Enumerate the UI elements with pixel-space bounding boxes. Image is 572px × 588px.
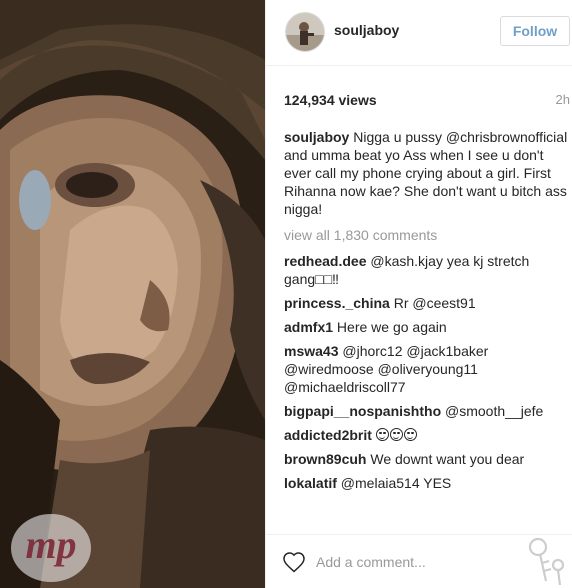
instagram-post: mp souljaboy Follow 124,934 views 2h sou… [0, 0, 572, 588]
post-meta: 124,934 views 2h [284, 92, 570, 112]
comment-item: lokalatif @melaia514 YES [284, 474, 568, 492]
comment-item: princess._china Rr @ceest91 [284, 294, 568, 312]
comment-username[interactable]: lokalatif [284, 475, 337, 491]
smiley-emoji-icon [403, 428, 417, 441]
comment-username[interactable]: princess._china [284, 295, 390, 311]
avatar[interactable] [285, 12, 325, 52]
author-username[interactable]: souljaboy [334, 22, 399, 38]
timestamp[interactable]: 2h [556, 92, 570, 107]
view-count[interactable]: 124,934 views [284, 92, 377, 108]
caption-username[interactable]: souljaboy [284, 129, 349, 145]
comment-username[interactable]: brown89cuh [284, 451, 366, 467]
comment-username[interactable]: admfx1 [284, 319, 333, 335]
add-comment-input[interactable] [316, 549, 506, 575]
post-photo[interactable]: mp [0, 0, 265, 588]
caption: souljaboy Nigga u pussy @chrisbrownoffic… [284, 128, 568, 218]
comment-username[interactable]: redhead.dee [284, 253, 366, 269]
view-all-comments-link[interactable]: view all 1,830 comments [284, 226, 568, 244]
comment-item: redhead.dee @kash.kjay yea kj stretch ga… [284, 252, 568, 288]
smiley-emoji-icon [375, 428, 389, 441]
comment-item: addicted2brit [284, 426, 568, 444]
watermark-logo: mp [11, 514, 91, 582]
post-header: souljaboy Follow [266, 0, 572, 66]
comment-text: @smooth__jefe [445, 403, 544, 419]
comment-item: admfx1 Here we go again [284, 318, 568, 336]
comment-item: brown89cuh We downt want you dear [284, 450, 568, 468]
comment-text: Here we go again [336, 319, 447, 335]
smiley-emoji-icon [389, 428, 403, 441]
key-icon[interactable] [514, 535, 570, 588]
comment-username[interactable]: bigpapi__nospanishtho [284, 403, 441, 419]
comment-username[interactable]: addicted2brit [284, 427, 372, 443]
comment-text: We downt want you dear [370, 451, 525, 467]
comment-item: mswa43 @jhorc12 @jack1baker @wiredmoose … [284, 342, 568, 396]
comment-item: bigpapi__nospanishtho @smooth__jefe [284, 402, 568, 420]
comment-text: @melaia514 YES [340, 475, 452, 491]
comment-text: Rr @ceest91 [393, 295, 476, 311]
svg-text:mp: mp [25, 522, 76, 567]
post-sidebar: souljaboy Follow 124,934 views 2h soulja… [265, 0, 572, 588]
comment-username[interactable]: mswa43 [284, 343, 338, 359]
heart-outline-icon[interactable] [282, 551, 306, 573]
comment-bar [266, 534, 572, 588]
follow-button[interactable]: Follow [500, 16, 570, 46]
avatar-image [286, 13, 324, 51]
comments-list: souljaboy Nigga u pussy @chrisbrownoffic… [284, 128, 568, 498]
photo-image [0, 0, 265, 588]
